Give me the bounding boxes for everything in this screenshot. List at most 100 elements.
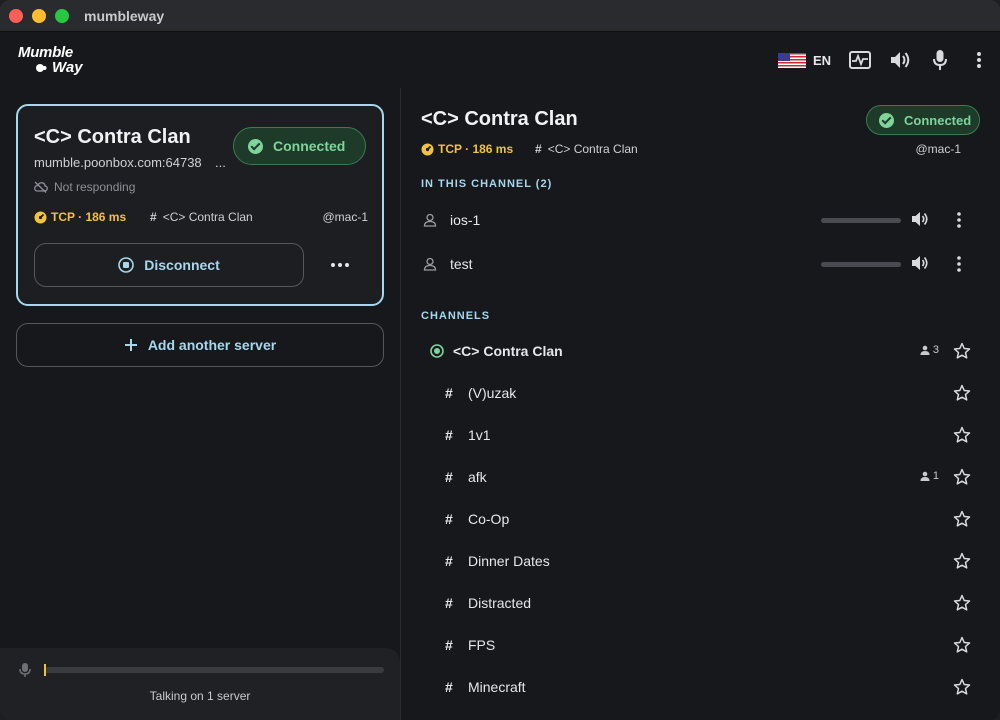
current-user: @mac-1 xyxy=(322,210,368,224)
zoom-window-button[interactable] xyxy=(55,9,69,23)
star-icon[interactable] xyxy=(953,552,971,570)
in-channel-heading: IN THIS CHANNEL (2) xyxy=(421,178,553,190)
channel-row[interactable]: # FPS xyxy=(421,631,981,659)
channel-current: # <C> Contra Clan xyxy=(535,142,638,156)
star-icon[interactable] xyxy=(953,384,971,402)
channel-row[interactable]: # 1v1 xyxy=(421,421,981,449)
star-icon[interactable] xyxy=(953,468,971,486)
channel-row-root[interactable]: <C> Contra Clan 3 xyxy=(421,337,981,365)
channel-connection-label: Connected xyxy=(904,112,972,128)
active-channel-icon xyxy=(430,344,444,358)
latency-gauge-icon xyxy=(34,211,47,223)
channel-name: <C> Contra Clan xyxy=(453,343,563,359)
channel-name: (V)uzak xyxy=(468,385,517,401)
talk-status-bar: Talking on 1 server xyxy=(0,648,400,720)
server-warning-text: Not responding xyxy=(54,180,136,194)
channel-row[interactable]: # Distracted xyxy=(421,589,981,617)
app-window: mumbleway Mumble Way EN <C> Contra Clan … xyxy=(0,0,1000,720)
hash-icon: # xyxy=(445,511,453,527)
hash-icon: # xyxy=(445,553,453,569)
microphone-icon[interactable] xyxy=(19,662,31,678)
title-bar: mumbleway xyxy=(0,0,1000,32)
channel-meta: TCP · 186 ms # <C> Contra Clan @mac-1 xyxy=(421,142,981,158)
logo-bubble-icon xyxy=(36,64,47,72)
channel-name: Co-Op xyxy=(468,511,510,527)
network-monitor-icon[interactable] xyxy=(848,48,872,72)
add-server-label: Add another server xyxy=(147,337,277,353)
current-channel-name: <C> Contra Clan xyxy=(162,210,253,224)
user-name: ios-1 xyxy=(450,212,481,228)
user-volume-slider[interactable] xyxy=(821,262,901,267)
minimize-window-button[interactable] xyxy=(32,9,46,23)
server-card[interactable]: <C> Contra Clan mumble.poonbox.com:64738… xyxy=(16,104,384,306)
hash-icon: # xyxy=(445,637,453,653)
channel-name: 1v1 xyxy=(468,427,491,443)
user-row[interactable]: ios-1 xyxy=(421,206,981,234)
user-icon xyxy=(423,213,437,227)
hash-icon: # xyxy=(445,595,453,611)
channel-view-title: <C> Contra Clan xyxy=(421,108,578,130)
star-icon[interactable] xyxy=(953,342,971,360)
channel-row[interactable]: # (V)uzak xyxy=(421,379,981,407)
speaker-icon[interactable] xyxy=(888,48,912,72)
channel-panel: <C> Contra Clan Connected TCP · 186 ms #… xyxy=(401,88,1000,720)
star-icon[interactable] xyxy=(953,636,971,654)
hash-icon: # xyxy=(150,210,157,224)
star-icon[interactable] xyxy=(953,426,971,444)
channel-user-count: 3 xyxy=(920,344,939,356)
user-row[interactable]: test xyxy=(421,250,981,278)
hash-icon: # xyxy=(445,427,453,443)
star-icon[interactable] xyxy=(953,594,971,612)
close-window-button[interactable] xyxy=(9,9,23,23)
servers-panel: <C> Contra Clan mumble.poonbox.com:64738… xyxy=(0,88,400,720)
server-name: <C> Contra Clan xyxy=(34,126,191,148)
channel-name: Minecraft xyxy=(468,679,526,695)
speaker-icon[interactable] xyxy=(911,254,929,272)
window-title: mumbleway xyxy=(84,8,165,24)
current-channel: # <C> Contra Clan xyxy=(150,210,253,224)
hash-icon: # xyxy=(445,679,453,695)
channel-row[interactable]: # Minecraft xyxy=(421,673,981,701)
disconnect-label: Disconnect xyxy=(144,257,220,273)
server-host: mumble.poonbox.com:64738 xyxy=(34,155,202,170)
server-more-button[interactable] xyxy=(326,255,354,275)
connection-status-badge: Connected xyxy=(233,127,366,165)
channel-name: Dinner Dates xyxy=(468,553,550,569)
channel-row[interactable]: # Co-Op xyxy=(421,505,981,533)
more-vertical-icon[interactable] xyxy=(972,48,986,72)
more-vertical-icon[interactable] xyxy=(953,256,965,272)
server-warning: Not responding xyxy=(34,180,135,194)
microphone-icon[interactable] xyxy=(929,48,951,72)
user-icon xyxy=(920,471,930,481)
user-icon xyxy=(423,257,437,271)
us-flag-icon[interactable] xyxy=(778,53,806,68)
channel-transport-label: TCP · 186 ms xyxy=(438,142,514,156)
input-level-indicator xyxy=(44,664,46,676)
latency-gauge-icon xyxy=(421,143,434,155)
add-server-button[interactable]: Add another server xyxy=(16,323,384,367)
check-circle-icon xyxy=(248,138,263,154)
channel-name: afk xyxy=(468,469,487,485)
check-circle-icon xyxy=(879,112,894,128)
transport-info: TCP · 186 ms xyxy=(34,210,126,224)
user-volume-slider[interactable] xyxy=(821,218,901,223)
speaker-icon[interactable] xyxy=(911,210,929,228)
disconnect-button[interactable]: Disconnect xyxy=(34,243,304,287)
more-vertical-icon[interactable] xyxy=(953,212,965,228)
channel-row[interactable]: # afk 1 xyxy=(421,463,981,491)
channel-name: FPS xyxy=(468,637,496,653)
star-icon[interactable] xyxy=(953,678,971,696)
channel-user-count: 1 xyxy=(920,470,939,482)
channel-row[interactable]: # Dinner Dates xyxy=(421,547,981,575)
channel-transport-info: TCP · 186 ms xyxy=(421,142,513,156)
user-icon xyxy=(920,345,930,355)
language-label[interactable]: EN xyxy=(811,48,833,72)
more-horizontal-icon xyxy=(331,263,349,267)
hash-icon: # xyxy=(445,469,453,485)
user-name: test xyxy=(450,256,473,272)
channel-name: Distracted xyxy=(468,595,532,611)
plus-icon xyxy=(124,339,137,351)
channel-user-count-value: 1 xyxy=(932,470,939,482)
star-icon[interactable] xyxy=(953,510,971,528)
channels-heading: CHANNELS xyxy=(421,310,491,322)
